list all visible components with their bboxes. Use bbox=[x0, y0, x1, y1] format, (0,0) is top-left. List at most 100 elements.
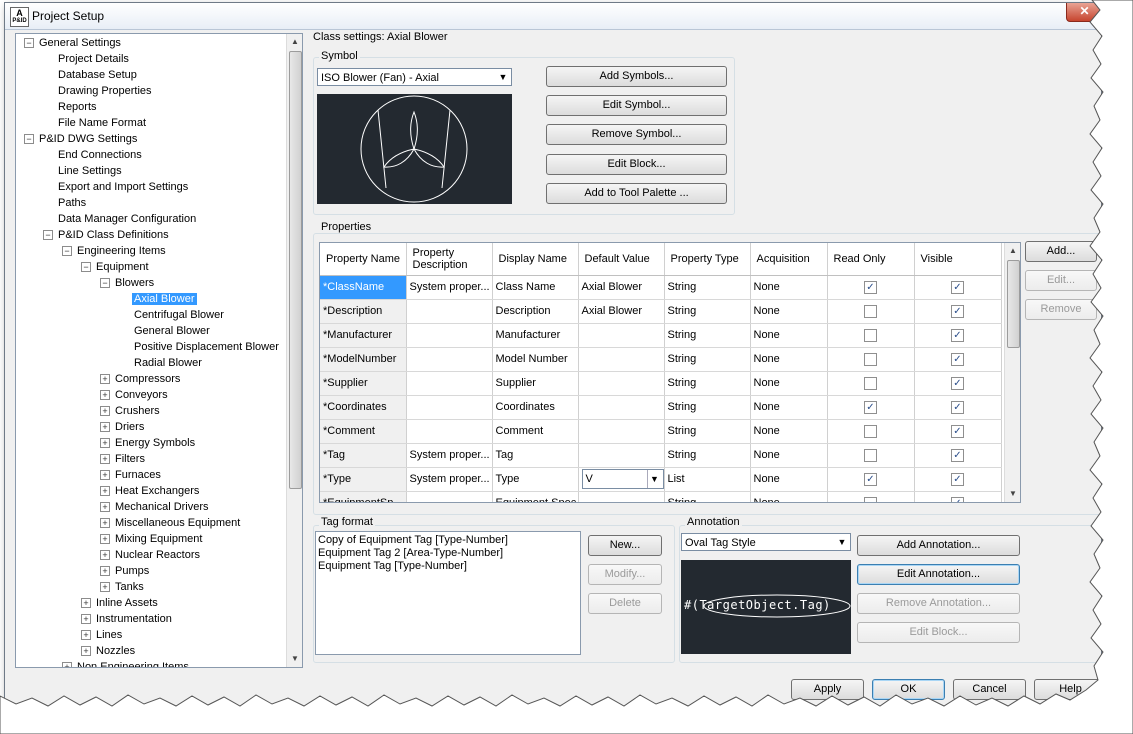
table-cell[interactable]: None bbox=[750, 467, 828, 492]
collapse-icon[interactable]: − bbox=[24, 38, 34, 48]
table-cell[interactable]: Class Name bbox=[492, 275, 579, 300]
help-button[interactable]: Help bbox=[1034, 679, 1101, 700]
scroll-up-icon[interactable]: ▲ bbox=[1005, 243, 1020, 259]
properties-grid[interactable]: Property Name Property Description Display… bbox=[319, 242, 1021, 503]
add-property-button[interactable]: Add... bbox=[1025, 241, 1097, 262]
visible-checkbox[interactable]: ✓ bbox=[951, 472, 964, 486]
table-row[interactable]: *Supplier Supplier String None ✓ bbox=[320, 371, 1002, 396]
default-value-combo[interactable]: V ▼ bbox=[581, 469, 663, 489]
table-cell[interactable]: String bbox=[664, 491, 751, 502]
table-cell[interactable] bbox=[578, 323, 665, 348]
tree-item[interactable]: Line Settings bbox=[56, 163, 124, 179]
tree-item[interactable]: Mixing Equipment bbox=[113, 531, 204, 547]
table-cell[interactable] bbox=[406, 395, 493, 420]
tree-item[interactable]: Nuclear Reactors bbox=[113, 547, 202, 563]
table-cell[interactable]: Tag bbox=[492, 443, 579, 468]
tree-item[interactable]: Inline Assets bbox=[94, 595, 160, 611]
table-cell[interactable] bbox=[406, 323, 493, 348]
add-symbols-button[interactable]: Add Symbols... bbox=[546, 66, 727, 87]
table-cell[interactable]: String bbox=[664, 299, 751, 324]
table-cell[interactable] bbox=[406, 299, 493, 324]
expand-icon[interactable]: + bbox=[100, 518, 110, 528]
read-only-checkbox[interactable] bbox=[864, 376, 877, 390]
tree-item[interactable]: Conveyors bbox=[113, 387, 170, 403]
tree-item[interactable]: Project Details bbox=[56, 51, 131, 67]
expand-icon[interactable]: + bbox=[100, 438, 110, 448]
visible-checkbox[interactable]: ✓ bbox=[951, 328, 964, 342]
apply-button[interactable]: Apply bbox=[791, 679, 864, 700]
tree-item[interactable]: Equipment bbox=[94, 259, 151, 275]
read-only-checkbox[interactable]: ✓ bbox=[864, 472, 877, 486]
table-cell[interactable]: *Comment bbox=[320, 419, 407, 444]
table-cell[interactable]: *ModelNumber bbox=[320, 347, 407, 372]
table-cell[interactable]: System proper... bbox=[406, 275, 493, 300]
visible-checkbox[interactable]: ✓ bbox=[951, 448, 964, 462]
collapse-icon[interactable]: − bbox=[24, 134, 34, 144]
close-button[interactable]: ✕ bbox=[1066, 3, 1101, 22]
tree-scrollbar[interactable]: ▲ ▼ bbox=[286, 34, 302, 667]
settings-tree[interactable]: − General Settings Project Details Database… bbox=[15, 33, 303, 668]
table-row[interactable]: *Tag System proper... Tag String None ✓ bbox=[320, 443, 1002, 468]
collapse-icon[interactable]: − bbox=[81, 262, 91, 272]
ok-button[interactable]: OK bbox=[872, 679, 945, 700]
tree-item[interactable]: Axial Blower bbox=[132, 291, 197, 307]
table-cell[interactable] bbox=[406, 371, 493, 396]
read-only-checkbox[interactable]: ✓ bbox=[864, 280, 877, 294]
cancel-button[interactable]: Cancel bbox=[953, 679, 1026, 700]
expand-icon[interactable]: + bbox=[100, 470, 110, 480]
tree-item[interactable]: Radial Blower bbox=[132, 355, 204, 371]
read-only-checkbox[interactable] bbox=[864, 496, 877, 502]
expand-icon[interactable]: + bbox=[100, 486, 110, 496]
expand-icon[interactable]: + bbox=[81, 630, 91, 640]
tree-item[interactable]: P&ID Class Definitions bbox=[56, 227, 171, 243]
tag-format-list[interactable]: Copy of Equipment Tag [Type-Number] Equi… bbox=[315, 531, 581, 655]
edit-property-button[interactable]: Edit... bbox=[1025, 270, 1097, 291]
table-cell[interactable]: Coordinates bbox=[492, 395, 579, 420]
expand-icon[interactable]: + bbox=[100, 582, 110, 592]
table-row[interactable]: *Manufacturer Manufacturer String None ✓ bbox=[320, 323, 1002, 348]
expand-icon[interactable]: + bbox=[81, 598, 91, 608]
read-only-checkbox[interactable] bbox=[864, 424, 877, 438]
read-only-checkbox[interactable] bbox=[864, 448, 877, 462]
visible-checkbox[interactable]: ✓ bbox=[951, 352, 964, 366]
table-cell[interactable]: None bbox=[750, 491, 828, 502]
add-annotation-button[interactable]: Add Annotation... bbox=[857, 535, 1020, 556]
table-cell[interactable] bbox=[406, 419, 493, 444]
new-tag-format-button[interactable]: New... bbox=[588, 535, 662, 556]
table-cell[interactable] bbox=[578, 491, 665, 502]
tree-item[interactable]: Pumps bbox=[113, 563, 151, 579]
table-cell[interactable]: List bbox=[664, 467, 751, 492]
tree-item[interactable]: Centrifugal Blower bbox=[132, 307, 226, 323]
table-cell[interactable]: Equipment Spec bbox=[492, 491, 579, 502]
edit-annotation-block-button[interactable]: Edit Block... bbox=[857, 622, 1020, 643]
scroll-down-icon[interactable]: ▼ bbox=[1005, 486, 1020, 502]
column-header[interactable]: Visible bbox=[914, 243, 1002, 276]
tree-item[interactable]: Mechanical Drivers bbox=[113, 499, 211, 515]
read-only-checkbox[interactable] bbox=[864, 352, 877, 366]
tree-item[interactable]: Nozzles bbox=[94, 643, 137, 659]
tree-item[interactable]: Filters bbox=[113, 451, 147, 467]
collapse-icon[interactable]: − bbox=[62, 246, 72, 256]
add-to-tool-palette-button[interactable]: Add to Tool Palette ... bbox=[546, 183, 727, 204]
list-item[interactable]: Equipment Tag 2 [Area-Type-Number] bbox=[318, 547, 578, 560]
table-cell[interactable]: *Coordinates bbox=[320, 395, 407, 420]
table-cell[interactable]: Description bbox=[492, 299, 579, 324]
scroll-up-icon[interactable]: ▲ bbox=[287, 34, 302, 50]
column-header[interactable]: Acquisition bbox=[750, 243, 828, 276]
visible-checkbox[interactable]: ✓ bbox=[951, 400, 964, 414]
read-only-checkbox[interactable]: ✓ bbox=[864, 400, 877, 414]
tree-item[interactable]: Driers bbox=[113, 419, 146, 435]
tree-item[interactable]: Engineering Items bbox=[75, 243, 168, 259]
table-cell[interactable]: Supplier bbox=[492, 371, 579, 396]
column-header[interactable]: Property Description bbox=[406, 243, 493, 276]
table-cell[interactable]: Type bbox=[492, 467, 579, 492]
symbol-select[interactable]: ISO Blower (Fan) - Axial ▼ bbox=[317, 68, 512, 86]
expand-icon[interactable]: + bbox=[100, 502, 110, 512]
table-cell[interactable]: String bbox=[664, 347, 751, 372]
table-cell[interactable] bbox=[406, 491, 493, 502]
collapse-icon[interactable]: − bbox=[100, 278, 110, 288]
tree-item[interactable]: Crushers bbox=[113, 403, 162, 419]
collapse-icon[interactable]: − bbox=[43, 230, 53, 240]
column-header[interactable]: Property Name bbox=[320, 243, 407, 276]
tree-item[interactable]: Instrumentation bbox=[94, 611, 174, 627]
